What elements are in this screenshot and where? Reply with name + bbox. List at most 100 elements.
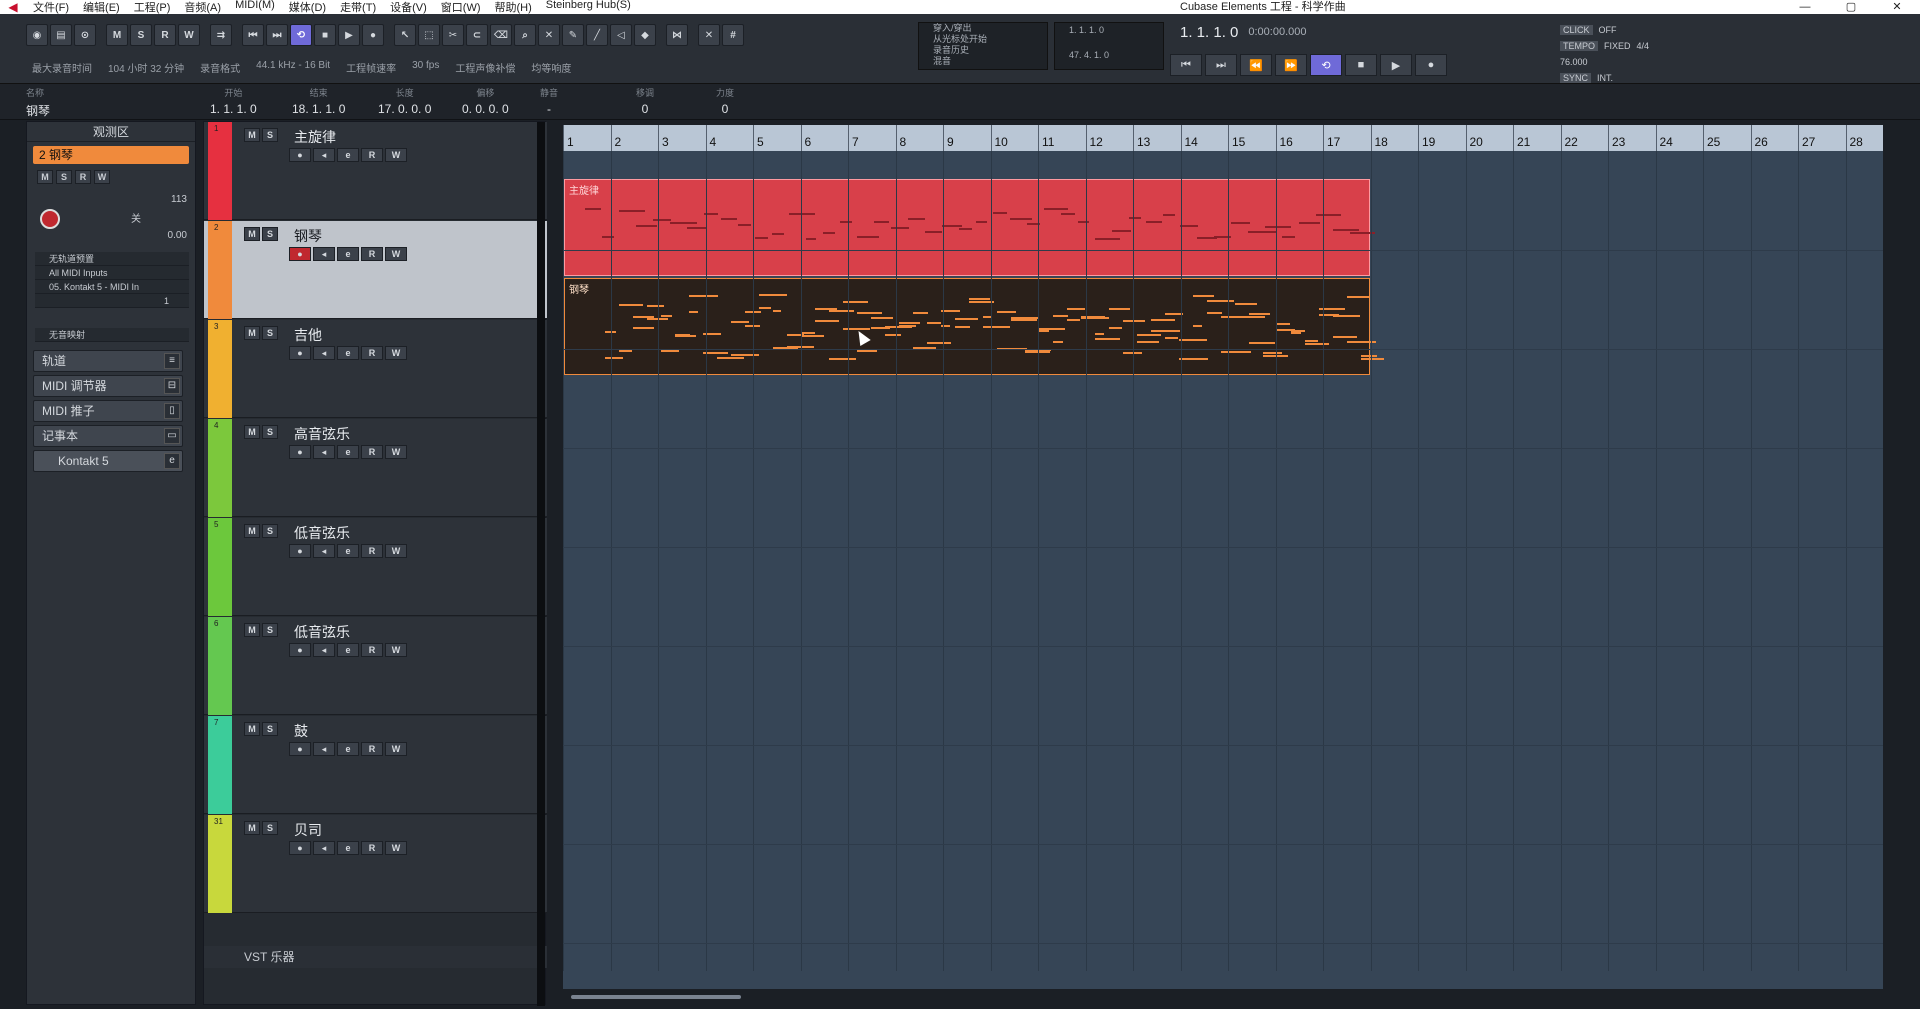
- track-monitor-icon[interactable]: ◂: [313, 643, 335, 657]
- auto-scroll-icon[interactable]: ⇉: [210, 24, 232, 46]
- midi-note[interactable]: [789, 213, 815, 215]
- midi-note[interactable]: [772, 233, 784, 235]
- midi-note[interactable]: [1061, 213, 1075, 215]
- track-read-button[interactable]: R: [361, 148, 383, 162]
- track-solo-button[interactable]: S: [262, 128, 278, 142]
- midi-note[interactable]: [1221, 351, 1251, 353]
- midi-note[interactable]: [885, 334, 901, 336]
- record-enable-icon[interactable]: [40, 209, 60, 229]
- track-record-icon[interactable]: ●: [289, 148, 311, 162]
- midi-note[interactable]: [738, 224, 751, 226]
- track-row[interactable]: 5 M S 低音弦乐 ● ◂ e R W: [204, 518, 547, 616]
- midi-note[interactable]: [885, 326, 912, 328]
- track-edit-icon[interactable]: e: [337, 841, 359, 855]
- tempo-row[interactable]: TEMPO FIXED 4/4: [1560, 38, 1676, 54]
- midi-note[interactable]: [602, 236, 614, 238]
- midi-note[interactable]: [636, 225, 657, 227]
- track-monitor-icon[interactable]: ◂: [313, 148, 335, 162]
- midi-note[interactable]: [871, 317, 893, 319]
- midi-note[interactable]: [1207, 312, 1222, 314]
- track-solo-button[interactable]: S: [262, 623, 278, 637]
- track-edit-icon[interactable]: e: [337, 544, 359, 558]
- transport-record-icon[interactable]: ●: [1415, 54, 1447, 76]
- snap-to-zero-icon[interactable]: ✕: [698, 24, 720, 46]
- menu-item[interactable]: 媒体(D): [282, 0, 333, 15]
- zoom-tool-icon[interactable]: ⌕: [514, 24, 536, 46]
- info-field-value[interactable]: 17. 0. 0. 0: [378, 102, 431, 116]
- click-row[interactable]: CLICK OFF: [1560, 22, 1676, 38]
- track-read-button[interactable]: R: [361, 247, 383, 261]
- midi-note[interactable]: [721, 218, 737, 220]
- info-field-value[interactable]: 18. 1. 1. 0: [292, 102, 345, 116]
- track-color-strip[interactable]: 1: [208, 122, 232, 220]
- track-preset-row[interactable]: 无轨道预置: [35, 252, 189, 266]
- midi-note[interactable]: [1146, 221, 1162, 223]
- rewind-icon[interactable]: ⏪: [1240, 54, 1272, 76]
- bpm-row[interactable]: 76.000: [1560, 54, 1676, 70]
- snap-icon[interactable]: ⋈: [666, 24, 688, 46]
- midi-note[interactable]: [1333, 315, 1360, 317]
- ruler[interactable]: 1 2 3 4 5 6 7 8 9 10 11 12 13 14 15 16 17 18 19 20 21 22 23 24 2…: [563, 125, 1883, 151]
- track-edit-icon[interactable]: e: [337, 742, 359, 756]
- midi-note[interactable]: [1109, 327, 1122, 329]
- midi-note[interactable]: [969, 298, 990, 300]
- track-color-strip[interactable]: 2: [208, 221, 232, 319]
- track-edit-icon[interactable]: e: [337, 643, 359, 657]
- midi-note[interactable]: [1248, 231, 1277, 233]
- midi-note[interactable]: [647, 305, 664, 307]
- horizontal-scrollbar[interactable]: [563, 989, 1883, 1005]
- midi-note[interactable]: [1291, 330, 1305, 332]
- track-mute-button[interactable]: M: [244, 326, 260, 340]
- transport-start-icon[interactable]: ⏮: [1170, 54, 1202, 76]
- midi-note[interactable]: [1039, 328, 1065, 330]
- midi-note[interactable]: [1053, 341, 1063, 343]
- time-display[interactable]: 0:00:00.000: [1248, 26, 1306, 38]
- midi-note[interactable]: [1067, 319, 1080, 321]
- midi-note[interactable]: [927, 342, 951, 344]
- midi-note[interactable]: [913, 312, 928, 314]
- midi-note[interactable]: [1207, 300, 1234, 302]
- info-field-value[interactable]: 0: [716, 102, 734, 116]
- midi-note[interactable]: [801, 335, 824, 337]
- track-name[interactable]: 高音弦乐: [294, 424, 350, 444]
- inspector-section-midi-fader[interactable]: MIDI 推子 ▯: [33, 400, 183, 422]
- right-locator[interactable]: 47. 4. 1. 0: [1055, 50, 1163, 61]
- inspector-write-button[interactable]: W: [94, 170, 110, 184]
- track-mute-button[interactable]: M: [244, 425, 260, 439]
- goto-end-icon[interactable]: ⏭: [266, 24, 288, 46]
- erase-tool-icon[interactable]: ⌫: [490, 24, 512, 46]
- track-edit-icon[interactable]: e: [337, 346, 359, 360]
- frame-rate-value[interactable]: 30 fps: [412, 60, 439, 75]
- midi-note[interactable]: [675, 334, 690, 336]
- midi-note[interactable]: [891, 227, 909, 229]
- midi-channel-row[interactable]: 1: [35, 294, 189, 308]
- track-mute-button[interactable]: M: [244, 524, 260, 538]
- inspector-section-midi-modifiers[interactable]: MIDI 调节器 ⊟: [33, 375, 183, 397]
- menu-item[interactable]: 走带(T): [333, 0, 383, 15]
- menu-item[interactable]: 帮助(H): [488, 0, 539, 15]
- midi-note[interactable]: [1305, 340, 1318, 342]
- start-from-cursor-option[interactable]: 从光标处开始: [919, 34, 1047, 45]
- midi-note[interactable]: [829, 310, 854, 312]
- track-solo-button[interactable]: S: [262, 722, 278, 736]
- midi-note[interactable]: [1053, 315, 1068, 317]
- midi-note[interactable]: [806, 238, 816, 240]
- menu-item[interactable]: 窗口(W): [434, 0, 488, 15]
- midi-note[interactable]: [908, 218, 925, 220]
- track-list-scrollbar[interactable]: [537, 122, 545, 1006]
- track-read-button[interactable]: R: [361, 346, 383, 360]
- constrain-icon[interactable]: ⊙: [74, 24, 96, 46]
- range-tool-icon[interactable]: ⬚: [418, 24, 440, 46]
- maximize-icon[interactable]: ▢: [1828, 0, 1874, 14]
- track-color-strip[interactable]: 5: [208, 518, 232, 616]
- track-monitor-icon[interactable]: ◂: [313, 247, 335, 261]
- track-monitor-icon[interactable]: ◂: [313, 841, 335, 855]
- inspector-volume[interactable]: 113: [171, 194, 187, 205]
- track-color-strip[interactable]: 6: [208, 617, 232, 715]
- midi-note[interactable]: [619, 304, 643, 306]
- track-solo-button[interactable]: S: [262, 524, 278, 538]
- midi-note[interactable]: [687, 227, 706, 229]
- pointer-tool-icon[interactable]: ↖: [394, 24, 416, 46]
- forward-icon[interactable]: ⏩: [1275, 54, 1307, 76]
- midi-note[interactable]: [1361, 355, 1377, 357]
